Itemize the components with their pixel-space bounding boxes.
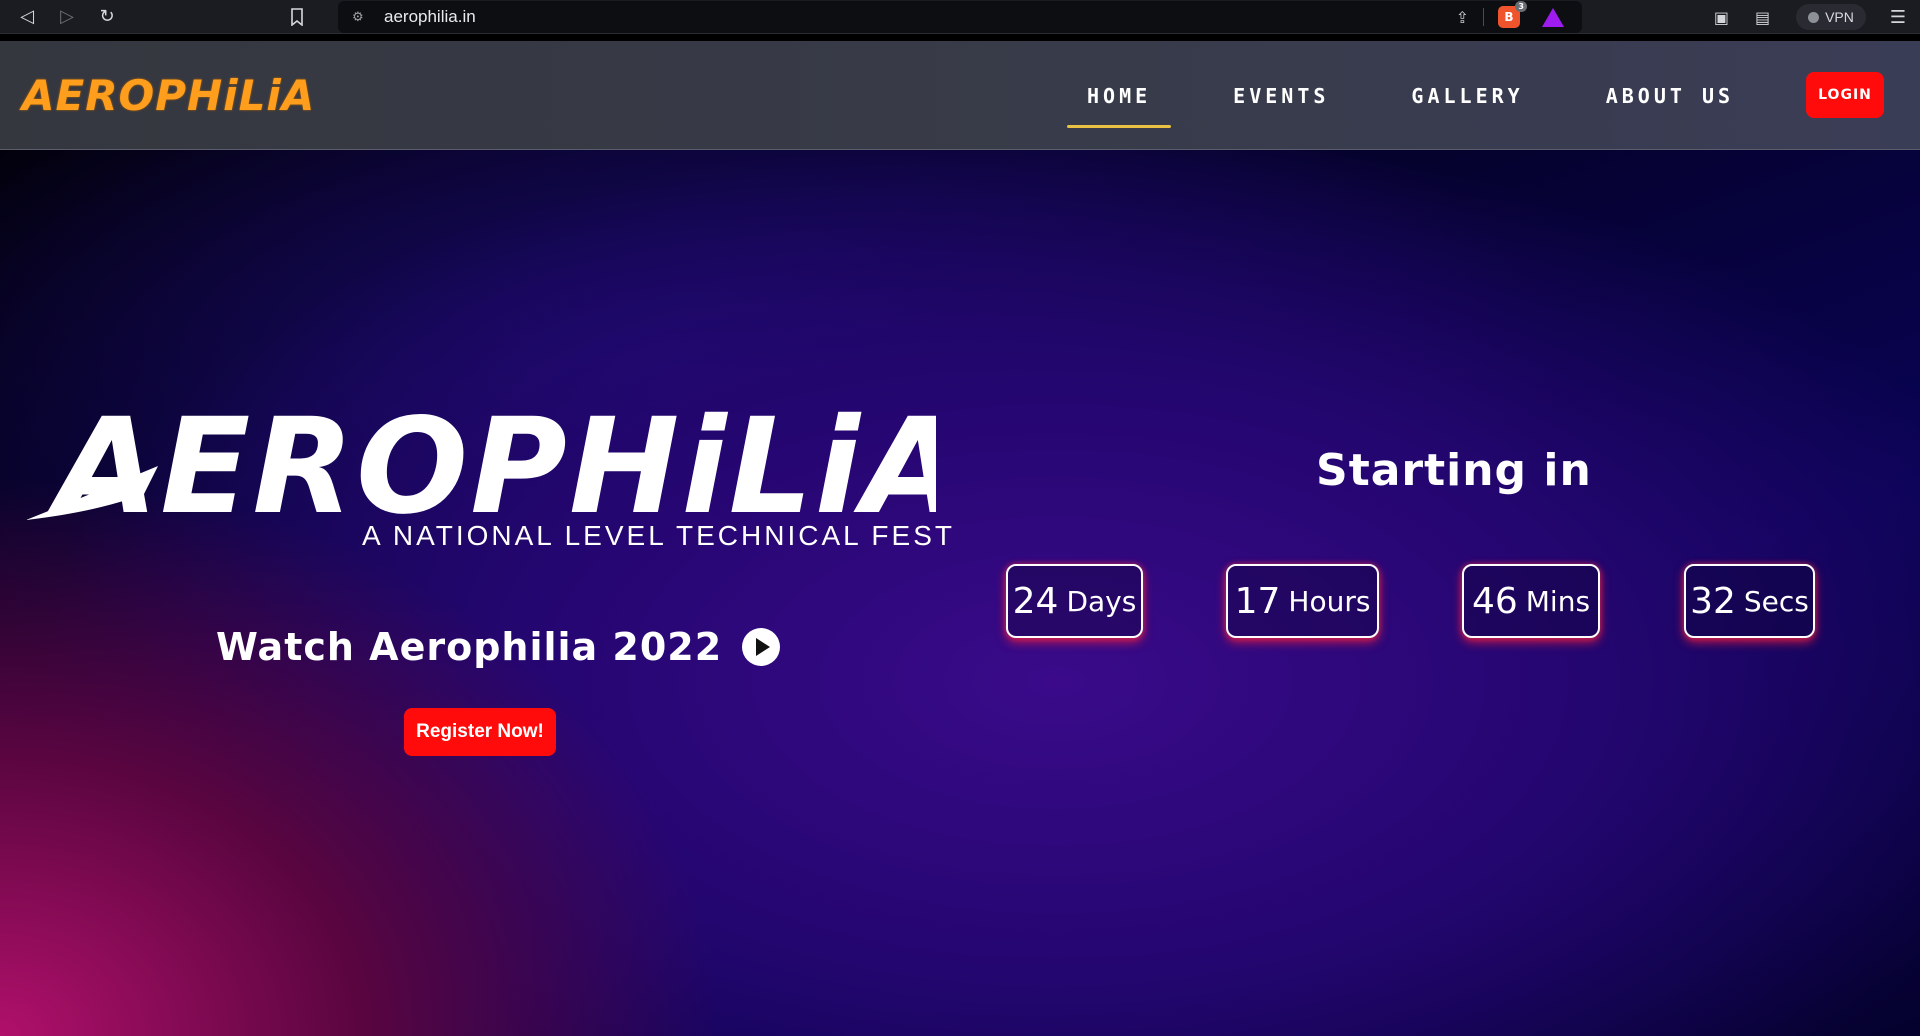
register-button[interactable]: Register Now!	[404, 708, 556, 756]
countdown-days: 24 Days	[1006, 564, 1143, 638]
watch-label: Watch Aerophilia 2022	[216, 625, 723, 669]
separator	[1483, 8, 1484, 26]
forward-icon[interactable]: ▷	[52, 2, 82, 32]
vpn-status-icon	[1808, 11, 1820, 23]
nav-home[interactable]: HOME	[1067, 78, 1172, 128]
countdown-unit: Hours	[1288, 584, 1371, 618]
main-nav: HOME EVENTS GALLERY ABOUT US	[1067, 41, 1754, 150]
nav-about-us[interactable]: ABOUT US	[1586, 78, 1754, 114]
site-header: AEROPHiLiA HOME EVENTS GALLERY ABOUT US …	[0, 41, 1920, 150]
play-icon[interactable]	[742, 628, 781, 666]
countdown-heading: Starting in	[1316, 445, 1592, 496]
countdown-unit: Mins	[1525, 584, 1591, 618]
share-icon[interactable]: ⇪	[1456, 8, 1469, 27]
shields-badge: 3	[1515, 1, 1527, 12]
countdown-hours: 17 Hours	[1226, 564, 1379, 638]
sidebar-icon[interactable]: ▣	[1714, 8, 1729, 27]
login-button[interactable]: LOGIN	[1806, 72, 1884, 118]
countdown-secs: 32 Secs	[1684, 564, 1815, 638]
countdown-value: 46	[1471, 580, 1518, 622]
vpn-button[interactable]: VPN	[1796, 4, 1866, 30]
reload-icon[interactable]: ↻	[92, 2, 122, 32]
site-settings-icon[interactable]: ⚙	[352, 10, 372, 25]
nav-gallery[interactable]: GALLERY	[1391, 78, 1543, 114]
vpn-label: VPN	[1825, 9, 1854, 25]
brave-rewards-icon[interactable]	[1542, 7, 1564, 27]
hero-section: AEROPHiLiA A NATIONAL LEVEL TECHNICAL FE…	[0, 150, 1920, 1036]
browser-toolbar: ◁ ▷ ↻ ⚙ aerophilia.in ⇪ B3 ▣ ▤ VPN ☰	[0, 0, 1920, 34]
brand-logo[interactable]: AEROPHiLiA	[22, 71, 315, 120]
bookmark-icon[interactable]	[282, 2, 312, 32]
countdown-value: 32	[1690, 580, 1736, 622]
menu-icon[interactable]: ☰	[1890, 7, 1906, 28]
countdown-unit: Days	[1066, 584, 1137, 618]
countdown-unit: Secs	[1743, 584, 1809, 618]
hero-tagline: A NATIONAL LEVEL TECHNICAL FEST	[362, 520, 955, 551]
back-icon[interactable]: ◁	[12, 2, 42, 32]
url-text: aerophilia.in	[384, 7, 476, 26]
watch-video-link[interactable]: Watch Aerophilia 2022	[216, 625, 781, 669]
wallet-icon[interactable]: ▤	[1755, 8, 1770, 27]
nav-events[interactable]: EVENTS	[1213, 78, 1349, 114]
countdown-value: 24	[1012, 580, 1059, 622]
countdown-value: 17	[1234, 580, 1281, 622]
brave-shields-icon[interactable]: B3	[1498, 1, 1527, 28]
countdown-mins: 46 Mins	[1462, 564, 1600, 638]
address-bar[interactable]: ⚙ aerophilia.in ⇪ B3	[338, 1, 1582, 33]
